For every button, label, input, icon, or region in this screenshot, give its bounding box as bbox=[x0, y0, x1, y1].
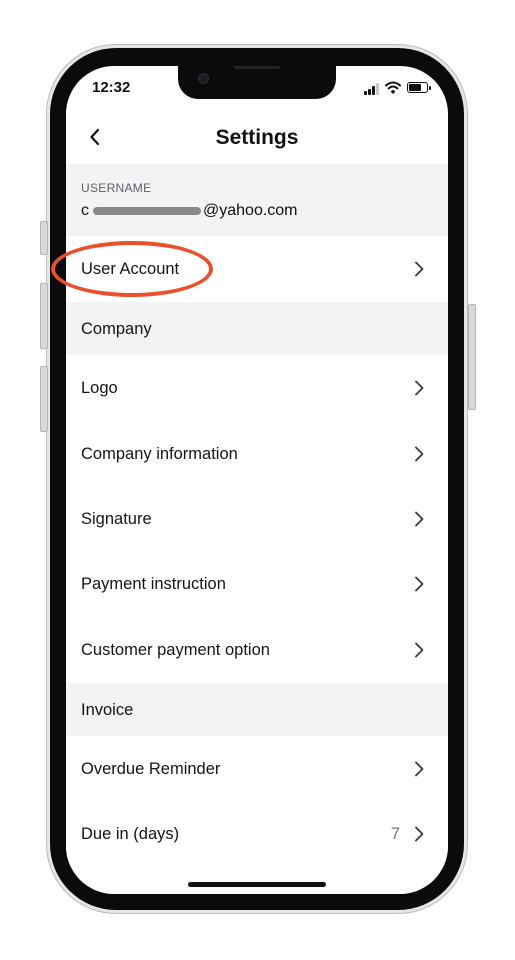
section-invoice: Invoice bbox=[66, 683, 448, 736]
wifi-icon bbox=[385, 81, 401, 94]
battery-icon bbox=[407, 82, 431, 93]
volume-up-button bbox=[40, 283, 48, 349]
row-label: Signature bbox=[81, 510, 152, 528]
page-title: Settings bbox=[215, 126, 299, 149]
status-icons bbox=[364, 81, 431, 95]
username-value: c @yahoo.com bbox=[81, 202, 298, 220]
front-camera bbox=[198, 73, 209, 84]
row-company-information[interactable]: Company information bbox=[66, 420, 448, 486]
row-due-in-days[interactable]: Due in (days) 7 bbox=[66, 801, 448, 867]
speaker-grille bbox=[234, 66, 280, 69]
username-block: USERNAME c @yahoo.com bbox=[66, 164, 448, 236]
navigation-bar: Settings bbox=[66, 114, 448, 164]
notch bbox=[178, 66, 336, 99]
username-label: USERNAME bbox=[81, 181, 152, 195]
status-time: 12:32 bbox=[92, 79, 131, 96]
section-label: Company bbox=[81, 320, 152, 338]
chevron-right-icon bbox=[415, 380, 424, 396]
row-label: Logo bbox=[81, 379, 118, 397]
volume-down-button bbox=[40, 366, 48, 432]
chevron-right-icon bbox=[415, 761, 424, 777]
row-label: Overdue Reminder bbox=[81, 760, 221, 778]
screen: 12:32 Settings USERNAME c @yahoo.com Use… bbox=[66, 66, 448, 894]
chevron-right-icon bbox=[415, 446, 424, 462]
mute-switch bbox=[40, 221, 48, 255]
email-redaction bbox=[93, 207, 201, 215]
row-label: Due in (days) bbox=[81, 825, 180, 843]
row-customer-payment-option[interactable]: Customer payment option bbox=[66, 617, 448, 683]
chevron-right-icon bbox=[415, 261, 424, 277]
row-logo[interactable]: Logo bbox=[66, 355, 448, 420]
row-user-account[interactable]: User Account bbox=[66, 236, 448, 302]
section-company: Company bbox=[66, 302, 448, 355]
home-indicator bbox=[188, 882, 326, 887]
chevron-right-icon bbox=[415, 576, 424, 592]
row-label: User Account bbox=[81, 260, 180, 278]
signal-icon bbox=[364, 83, 382, 95]
row-label: Company information bbox=[81, 445, 238, 463]
power-button bbox=[468, 304, 476, 410]
email-prefix: c bbox=[81, 202, 89, 219]
chevron-right-icon bbox=[415, 826, 424, 842]
email-suffix: @yahoo.com bbox=[203, 202, 298, 219]
chevron-right-icon bbox=[415, 511, 424, 527]
row-label: Customer payment option bbox=[81, 641, 270, 659]
due-in-days-value: 7 bbox=[390, 825, 400, 843]
row-signature[interactable]: Signature bbox=[66, 486, 448, 551]
row-label: Payment instruction bbox=[81, 575, 226, 593]
row-overdue-reminder[interactable]: Overdue Reminder bbox=[66, 736, 448, 801]
chevron-right-icon bbox=[415, 642, 424, 658]
row-payment-instruction[interactable]: Payment instruction bbox=[66, 551, 448, 617]
section-label: Invoice bbox=[81, 701, 134, 719]
